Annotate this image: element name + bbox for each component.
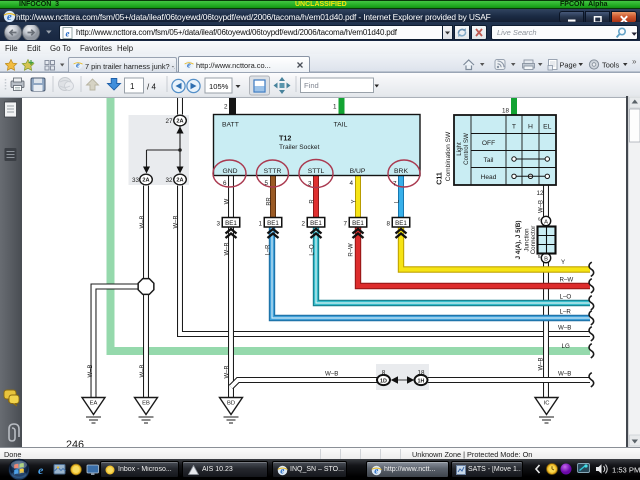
svg-text:Combination SW: Combination SW <box>445 131 452 181</box>
svg-text:R–W: R–W <box>349 243 355 257</box>
svg-text:BE1: BE1 <box>225 220 237 227</box>
svg-text:W–B: W–B <box>539 200 545 213</box>
svg-text:Head: Head <box>481 174 497 181</box>
svg-text:»: » <box>632 58 637 66</box>
svg-text:Connector: Connector <box>530 226 537 255</box>
svg-text:OFF: OFF <box>482 140 495 147</box>
svg-text:B/UP: B/UP <box>350 168 366 175</box>
svg-text:BE1: BE1 <box>267 220 279 227</box>
svg-text:B: B <box>544 256 548 262</box>
svg-text:1:53 PM: 1:53 PM <box>612 466 640 475</box>
svg-text:8: 8 <box>386 221 390 228</box>
svg-text:L–R: L–R <box>560 309 572 316</box>
svg-text:EL: EL <box>543 124 552 131</box>
svg-text:BE1: BE1 <box>352 220 364 227</box>
svg-text:2: 2 <box>224 104 228 111</box>
svg-text:W–B: W–B <box>325 371 338 378</box>
svg-text:L–O: L–O <box>310 244 316 256</box>
svg-text:J 4(A), J 5(B): J 4(A), J 5(B) <box>515 220 522 259</box>
svg-text:5: 5 <box>264 180 268 187</box>
svg-text:T12: T12 <box>279 134 291 143</box>
svg-text:W–B: W–B <box>225 242 231 255</box>
svg-text:7: 7 <box>343 221 347 228</box>
svg-text:2A: 2A <box>142 178 149 184</box>
svg-text:Tools: Tools <box>602 61 620 70</box>
svg-text:T: T <box>512 124 516 131</box>
svg-text:6: 6 <box>538 217 541 223</box>
svg-text:BE1: BE1 <box>310 220 322 227</box>
svg-text:L–R: L–R <box>266 244 272 256</box>
svg-text:1: 1 <box>258 221 262 228</box>
svg-text:1H: 1H <box>418 378 425 384</box>
svg-text:e: e <box>38 463 44 476</box>
svg-text:Tail: Tail <box>484 157 494 164</box>
svg-text:BR: BR <box>267 197 273 206</box>
svg-text:W–B: W–B <box>140 364 146 377</box>
svg-text:7: 7 <box>393 181 397 188</box>
svg-text:H: H <box>528 124 533 131</box>
svg-text:3: 3 <box>308 181 312 188</box>
svg-text:Trailer Socket: Trailer Socket <box>279 144 320 151</box>
svg-text:W–B: W–B <box>140 215 146 228</box>
svg-text:IC: IC <box>544 401 550 407</box>
svg-text:2A: 2A <box>176 178 183 184</box>
svg-text:5: 5 <box>538 254 541 260</box>
svg-text:18: 18 <box>417 370 425 377</box>
svg-text:TAIL: TAIL <box>334 122 348 129</box>
svg-text:W–B: W–B <box>558 371 571 378</box>
svg-text:2A: 2A <box>176 119 183 125</box>
svg-text:Page: Page <box>560 61 577 70</box>
svg-text:e: e <box>187 60 191 70</box>
svg-text:R: R <box>310 199 316 204</box>
svg-text:L–O: L–O <box>560 294 572 301</box>
svg-text:BATT: BATT <box>222 122 239 129</box>
svg-text:12: 12 <box>536 190 544 197</box>
svg-text:1D: 1D <box>380 378 387 384</box>
svg-text:1: 1 <box>130 82 135 91</box>
svg-text:Y: Y <box>561 259 565 266</box>
svg-text:8: 8 <box>382 370 386 377</box>
svg-text:GND: GND <box>222 168 237 175</box>
svg-text:W–B: W–B <box>174 215 180 228</box>
svg-text:Control SW: Control SW <box>463 133 470 165</box>
svg-text:LG: LG <box>562 343 570 350</box>
svg-text:27: 27 <box>165 118 173 125</box>
svg-text:BRK: BRK <box>394 168 408 175</box>
svg-text:1: 1 <box>333 104 337 111</box>
svg-text:e: e <box>66 29 70 39</box>
svg-text:STTL: STTL <box>308 168 325 175</box>
svg-text:R–W: R–W <box>560 277 574 284</box>
svg-text:e: e <box>7 11 12 23</box>
svg-text:W–B: W–B <box>539 357 545 370</box>
svg-text:BD: BD <box>227 401 235 407</box>
svg-text:W: W <box>225 198 231 204</box>
svg-text:105%: 105% <box>209 82 229 91</box>
svg-text:W–B: W–B <box>88 364 94 377</box>
svg-text:4: 4 <box>349 180 353 187</box>
svg-text:6: 6 <box>223 180 227 187</box>
svg-text:A: A <box>544 219 548 225</box>
svg-text:246: 246 <box>66 439 84 447</box>
svg-text:BE1: BE1 <box>395 220 407 227</box>
svg-text:EB: EB <box>142 401 150 407</box>
svg-text:W–B: W–B <box>558 325 571 332</box>
svg-text:32: 32 <box>165 177 173 184</box>
svg-text:18: 18 <box>502 108 510 115</box>
svg-text:EA: EA <box>90 401 98 407</box>
svg-text:e: e <box>76 60 80 70</box>
svg-text:C11: C11 <box>437 172 444 185</box>
svg-text:Y: Y <box>352 199 358 203</box>
svg-text:Find: Find <box>304 81 319 90</box>
svg-text:/ 4: / 4 <box>147 83 156 92</box>
svg-text:Light: Light <box>456 142 463 156</box>
svg-text:3: 3 <box>216 221 220 228</box>
svg-text:33: 33 <box>132 177 140 184</box>
svg-text:2: 2 <box>301 221 305 228</box>
svg-text:W–B: W–B <box>225 365 231 378</box>
svg-text:STTR: STTR <box>264 168 282 175</box>
